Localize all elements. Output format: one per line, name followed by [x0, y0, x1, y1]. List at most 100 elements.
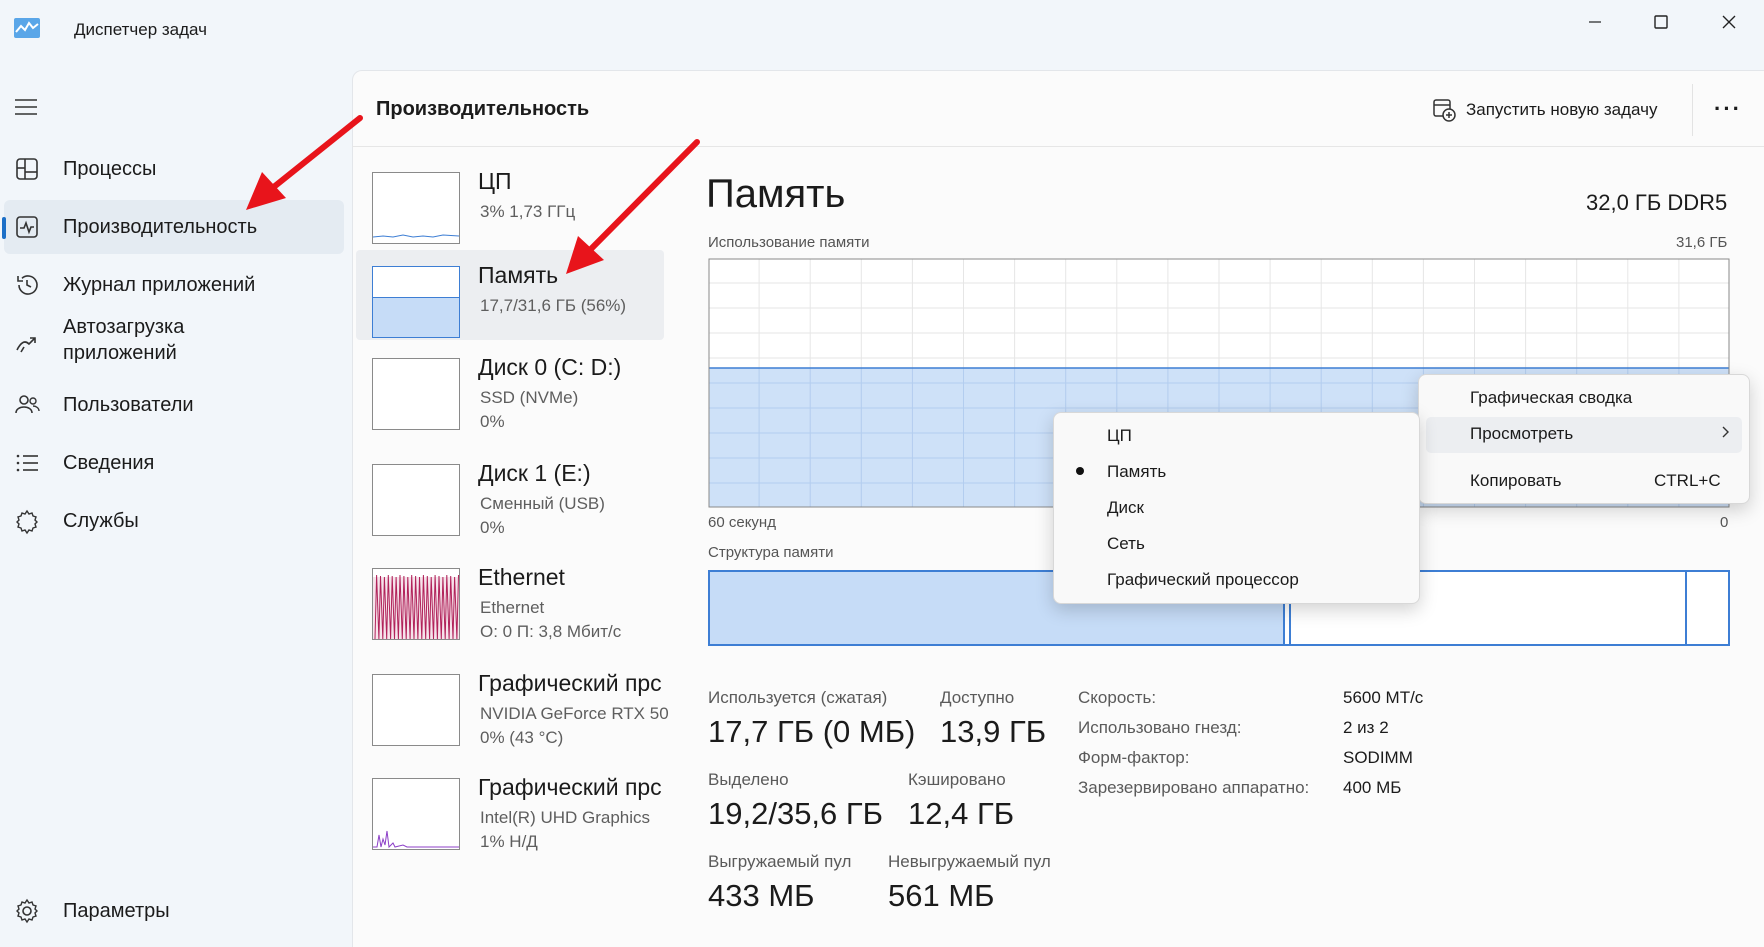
device-item-gpu1[interactable]: Графический прс Intel(R) UHD Graphics 1%… [356, 772, 664, 866]
history-icon [17, 275, 38, 295]
sidebar-item-label: Службы [63, 510, 139, 532]
copy-shortcut: CTRL+C [1654, 471, 1721, 490]
run-new-task-button[interactable]: Запустить новую задачу [1432, 94, 1657, 126]
hamburger-menu-button[interactable] [12, 92, 42, 122]
device-subtitle-2: 0% (43 °C) [480, 728, 564, 747]
more-options-button[interactable]: ··· [1708, 94, 1748, 124]
close-icon [1722, 15, 1736, 29]
hamburger-icon [15, 99, 37, 115]
memory-thumbnail-fill [373, 296, 459, 337]
sidebar-item-users[interactable]: Пользователи [0, 378, 344, 432]
sidebar-item-app-history[interactable]: Журнал приложений [0, 258, 344, 312]
device-subtitle-2: 0% [480, 412, 505, 431]
users-icon [15, 395, 40, 414]
performance-icon [16, 216, 38, 238]
sidebar-item-label: Журнал приложений [63, 274, 256, 296]
device-subtitle: NVIDIA GeForce RTX 50 [480, 704, 669, 723]
minimize-button[interactable] [1568, 4, 1622, 40]
sidebar-item-settings[interactable]: Параметры [0, 884, 344, 938]
spec-value: SODIMM [1343, 748, 1413, 767]
cached-value: 12,4 ГБ [908, 796, 1015, 831]
menu-item-graph-summary[interactable]: Графическая сводка [1470, 388, 1632, 408]
committed-value: 19,2/35,6 ГБ [708, 796, 884, 831]
chevron-right-icon [1720, 422, 1732, 447]
details-icon [16, 454, 38, 472]
gear-icon [16, 898, 38, 924]
device-subtitle-2: 0% [480, 518, 505, 537]
device-item-memory[interactable]: Память 17,7/31,6 ГБ (56%) [356, 250, 664, 340]
menu-item-view[interactable]: Просмотреть [1470, 424, 1573, 444]
sidebar-item-label: Процессы [63, 158, 157, 180]
header-separator [1692, 84, 1693, 136]
spec-label: Зарезервировано аппаратно: [1078, 778, 1310, 797]
device-item-ethernet[interactable]: Ethernet Ethernet О: 0 П: 3,8 Мбит/с [356, 562, 664, 656]
usage-chart-max: 31,6 ГБ [1676, 234, 1728, 251]
submenu-item-disk[interactable]: Диск [1107, 498, 1144, 518]
memory-thumbnail [372, 266, 460, 338]
usage-chart-label: Использование памяти [708, 234, 870, 251]
device-name: Память [478, 262, 559, 288]
device-subtitle: Intel(R) UHD Graphics [480, 808, 651, 827]
paged-pool-label: Выгружаемый пул [708, 852, 852, 871]
memory-type: 32,0 ГБ DDR5 [1586, 190, 1728, 215]
device-name: Графический прс [478, 670, 662, 696]
device-subtitle: 3% 1,73 ГГц [480, 202, 576, 221]
startup-icon [16, 337, 36, 353]
ethernet-thumbnail [372, 568, 460, 640]
new-task-icon [1433, 99, 1456, 122]
sidebar-item-label: Пользователи [63, 394, 194, 416]
gpu1-thumbnail [372, 778, 460, 850]
device-name: Графический прс [478, 774, 662, 800]
sidebar-item-processes[interactable]: Процессы [0, 142, 344, 196]
menu-item-copy[interactable]: Копировать [1470, 471, 1562, 491]
task-manager-app-icon [14, 18, 40, 38]
more-icon: ··· [1714, 96, 1742, 121]
disk0-thumbnail [372, 358, 460, 430]
processes-icon [16, 158, 38, 180]
device-name: Диск 1 (E:) [478, 460, 591, 486]
device-item-cpu[interactable]: ЦП 3% 1,73 ГГц [356, 166, 664, 260]
sidebar-item-label: Производительность [63, 216, 258, 238]
spec-value: 2 из 2 [1343, 718, 1389, 737]
sidebar-item-performance[interactable]: Производительность [2, 200, 344, 254]
sidebar-item-services[interactable]: Службы [0, 494, 344, 548]
chart-time-right: 0 [1720, 514, 1729, 531]
spec-label: Форм-фактор: [1078, 748, 1190, 767]
window-title: Диспетчер задач [74, 20, 207, 39]
device-item-gpu0[interactable]: Графический прс NVIDIA GeForce RTX 50 0%… [356, 668, 669, 762]
active-indicator [2, 217, 6, 239]
available-value: 13,9 ГБ [940, 714, 1047, 749]
committed-label: Выделено [708, 770, 789, 789]
device-subtitle: SSD (NVMe) [480, 388, 579, 407]
spec-label: Использовано гнезд: [1078, 718, 1242, 737]
device-item-disk0[interactable]: Диск 0 (C: D:) SSD (NVMe) 0% [356, 352, 664, 446]
device-subtitle: 17,7/31,6 ГБ (56%) [480, 296, 627, 315]
selected-bullet-icon [1076, 467, 1084, 475]
spec-label: Скорость: [1078, 688, 1157, 707]
device-name: ЦП [478, 168, 512, 194]
submenu-item-memory[interactable]: Память [1107, 462, 1166, 482]
submenu-item-network[interactable]: Сеть [1107, 534, 1145, 554]
submenu-item-cpu[interactable]: ЦП [1107, 426, 1132, 446]
spec-value: 5600 МТ/с [1343, 688, 1424, 707]
device-subtitle: Сменный (USB) [480, 494, 605, 513]
page-title: Производительность [376, 98, 590, 120]
in-use-value: 17,7 ГБ (0 МБ) [708, 714, 916, 749]
nonpaged-pool-value: 561 МБ [888, 878, 995, 913]
minimize-icon [1589, 21, 1601, 23]
paged-pool-value: 433 МБ [708, 878, 815, 913]
submenu-item-gpu[interactable]: Графический процессор [1107, 570, 1299, 590]
sidebar-item-details[interactable]: Сведения [0, 436, 344, 490]
device-subtitle: Ethernet [480, 598, 545, 617]
device-subtitle-2: О: 0 П: 3,8 Мбит/с [480, 622, 622, 641]
disk1-thumbnail [372, 464, 460, 536]
services-icon [16, 509, 38, 535]
chart-time-left: 60 секунд [708, 514, 776, 531]
sidebar-item-startup-apps[interactable]: Автозагрузка приложений [0, 314, 344, 374]
device-item-disk1[interactable]: Диск 1 (E:) Сменный (USB) 0% [356, 458, 664, 552]
device-subtitle-2: 1% Н/Д [480, 832, 538, 851]
maximize-button[interactable] [1634, 4, 1688, 40]
close-button[interactable] [1702, 4, 1756, 40]
gpu0-thumbnail [372, 674, 460, 746]
run-new-task-label: Запустить новую задачу [1466, 100, 1658, 119]
